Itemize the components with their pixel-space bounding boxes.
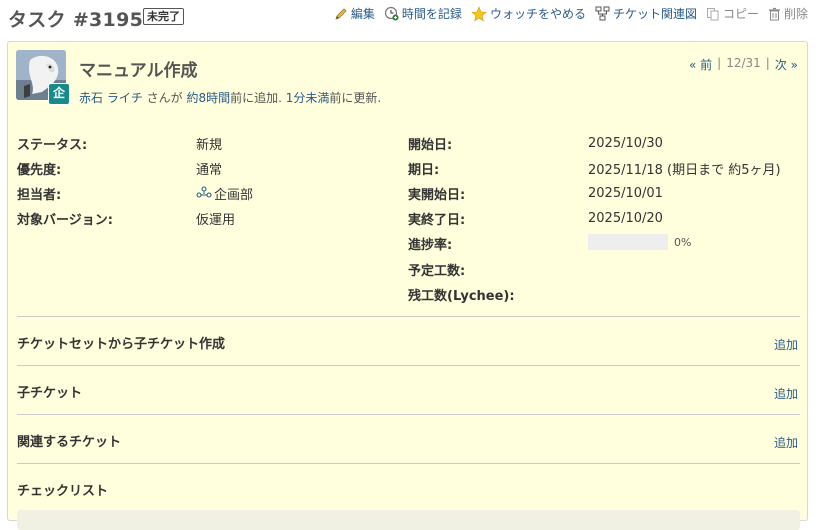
author-line: 赤石 ライチ さんが 約8時間前に追加. 1分未満前に更新. xyxy=(79,89,381,106)
divider xyxy=(17,365,800,366)
due-date-value: 2025/11/18 (期日まで 約5ヶ月) xyxy=(588,162,781,178)
pencil-icon xyxy=(335,7,347,20)
progress-percent: 0% xyxy=(674,235,692,249)
delete-label: 削除 xyxy=(783,7,808,21)
actual-end-row: 実終了日: xyxy=(408,207,465,229)
ticketset-section-title: チケットセットから子チケット作成 xyxy=(17,337,226,352)
next-issue-link[interactable]: 次 » xyxy=(775,56,798,73)
divider xyxy=(17,316,800,317)
actual-start-row: 実開始日: xyxy=(408,182,465,204)
estimated-hours-row: 予定工数: xyxy=(408,258,465,280)
priority-value-cell: 通常 xyxy=(196,157,222,179)
relations-graph-button[interactable]: チケット関連図 xyxy=(595,5,697,22)
start-date-row: 開始日: xyxy=(408,132,452,154)
unwatch-label: ウォッチをやめる xyxy=(489,7,586,21)
start-date-label: 開始日: xyxy=(408,137,453,153)
unwatch-button[interactable]: ウォッチをやめる xyxy=(471,5,586,22)
progress-label: 進捗率: xyxy=(408,237,453,253)
version-link[interactable]: 仮運用 xyxy=(196,209,235,228)
remaining-hours-row: 残工数(Lychee): xyxy=(408,283,515,305)
version-value-cell: 仮運用 xyxy=(196,207,235,229)
priority-value: 通常 xyxy=(196,162,223,178)
time-add-icon xyxy=(384,6,399,21)
due-date-value-cell: 2025/11/18 (期日まで 約5ヶ月) xyxy=(588,157,781,179)
author-san: さんが xyxy=(142,91,187,105)
remaining-hours-label: 残工数(Lychee): xyxy=(408,288,515,304)
assignee-link[interactable]: 企画部 xyxy=(214,184,253,203)
status-value: 新規 xyxy=(196,137,223,153)
group-icon xyxy=(196,186,212,198)
start-date-value: 2025/10/30 xyxy=(588,135,663,151)
copy-icon xyxy=(706,7,719,20)
contextual-actions: 編集 時間を記録 ウォッチをやめる チケット関連図 コピー 削除 xyxy=(334,5,808,22)
pager-separator: | xyxy=(717,56,722,70)
version-row: 対象バージョン: xyxy=(17,207,113,229)
actual-start-value-cell: 2025/10/01 xyxy=(588,182,663,204)
estimated-hours-label: 予定工数: xyxy=(408,263,466,279)
issue-header: タスク #3195 未完了 編集 時間を記録 ウォッチをやめる チケット関連図 … xyxy=(0,0,820,36)
checklist-section-title: チェックリスト xyxy=(17,484,109,499)
added-ago-link[interactable]: 約8時間 xyxy=(186,91,230,105)
edit-button[interactable]: 編集 xyxy=(334,5,375,22)
prev-issue-link[interactable]: « 前 xyxy=(689,56,712,73)
status-row: ステータス: xyxy=(17,132,87,154)
actual-end-value: 2025/10/20 xyxy=(588,210,663,226)
delete-button[interactable]: 削除 xyxy=(768,5,808,22)
due-date-row: 期日: xyxy=(408,157,439,179)
relations-graph-icon xyxy=(595,6,610,21)
priority-label: 優先度: xyxy=(17,162,62,178)
actual-start-label: 実開始日: xyxy=(408,187,466,203)
subtasks-section-title: 子チケット xyxy=(17,386,83,401)
progress-row: 進捗率: xyxy=(408,232,452,254)
star-icon xyxy=(471,5,487,21)
relations-add-link[interactable]: 追加 xyxy=(774,434,798,451)
priority-row: 優先度: xyxy=(17,157,61,179)
updated-suffix: 前に更新. xyxy=(329,91,382,105)
start-date-value-cell: 2025/10/30 xyxy=(588,132,663,154)
actual-start-value: 2025/10/01 xyxy=(588,185,663,201)
added-suffix: 前に追加. xyxy=(230,91,286,105)
pager-position: 12/31 xyxy=(726,56,761,70)
ticketset-add-link[interactable]: 追加 xyxy=(774,336,798,353)
relations-graph-label: チケット関連図 xyxy=(612,7,697,21)
assignee-row: 担当者: xyxy=(17,182,61,204)
subtasks-add-link[interactable]: 追加 xyxy=(774,385,798,402)
divider xyxy=(17,463,800,464)
relations-section-title: 関連するチケット xyxy=(17,435,122,450)
checklist-container xyxy=(17,510,800,530)
status-value-cell: 新規 xyxy=(196,132,222,154)
pager-separator: | xyxy=(765,56,770,70)
trash-icon xyxy=(768,7,780,20)
log-time-label: 時間を記録 xyxy=(401,7,462,21)
actual-end-value-cell: 2025/10/20 xyxy=(588,207,663,229)
progress-bar xyxy=(588,234,668,250)
updated-ago-link[interactable]: 1分未満 xyxy=(286,91,330,105)
due-date-label: 期日: xyxy=(408,162,440,178)
author-link[interactable]: 赤石 ライチ xyxy=(79,91,143,105)
issue-subject: マニュアル作成 xyxy=(79,61,198,81)
issue-title: タスク #3195 xyxy=(8,9,144,31)
divider xyxy=(17,414,800,415)
status-label: ステータス: xyxy=(17,137,88,153)
issue-pager: « 前 | 12/31 | 次 » xyxy=(689,56,798,73)
edit-label: 編集 xyxy=(350,7,375,21)
status-badge: 未完了 xyxy=(143,8,184,25)
actual-end-label: 実終了日: xyxy=(408,212,466,228)
assignee-label: 担当者: xyxy=(17,187,62,203)
progress-value-cell: 0% xyxy=(588,231,691,253)
log-time-button[interactable]: 時間を記録 xyxy=(384,5,462,22)
version-label: 対象バージョン: xyxy=(17,212,113,228)
assignee-value-cell: 企画部 xyxy=(196,182,253,204)
issue-detail-panel: 企 マニュアル作成 赤石 ライチ さんが 約8時間前に追加. 1分未満前に更新.… xyxy=(7,41,808,530)
copy-label: コピー xyxy=(722,7,759,21)
copy-button[interactable]: コピー xyxy=(706,5,759,22)
group-badge: 企 xyxy=(48,83,70,105)
